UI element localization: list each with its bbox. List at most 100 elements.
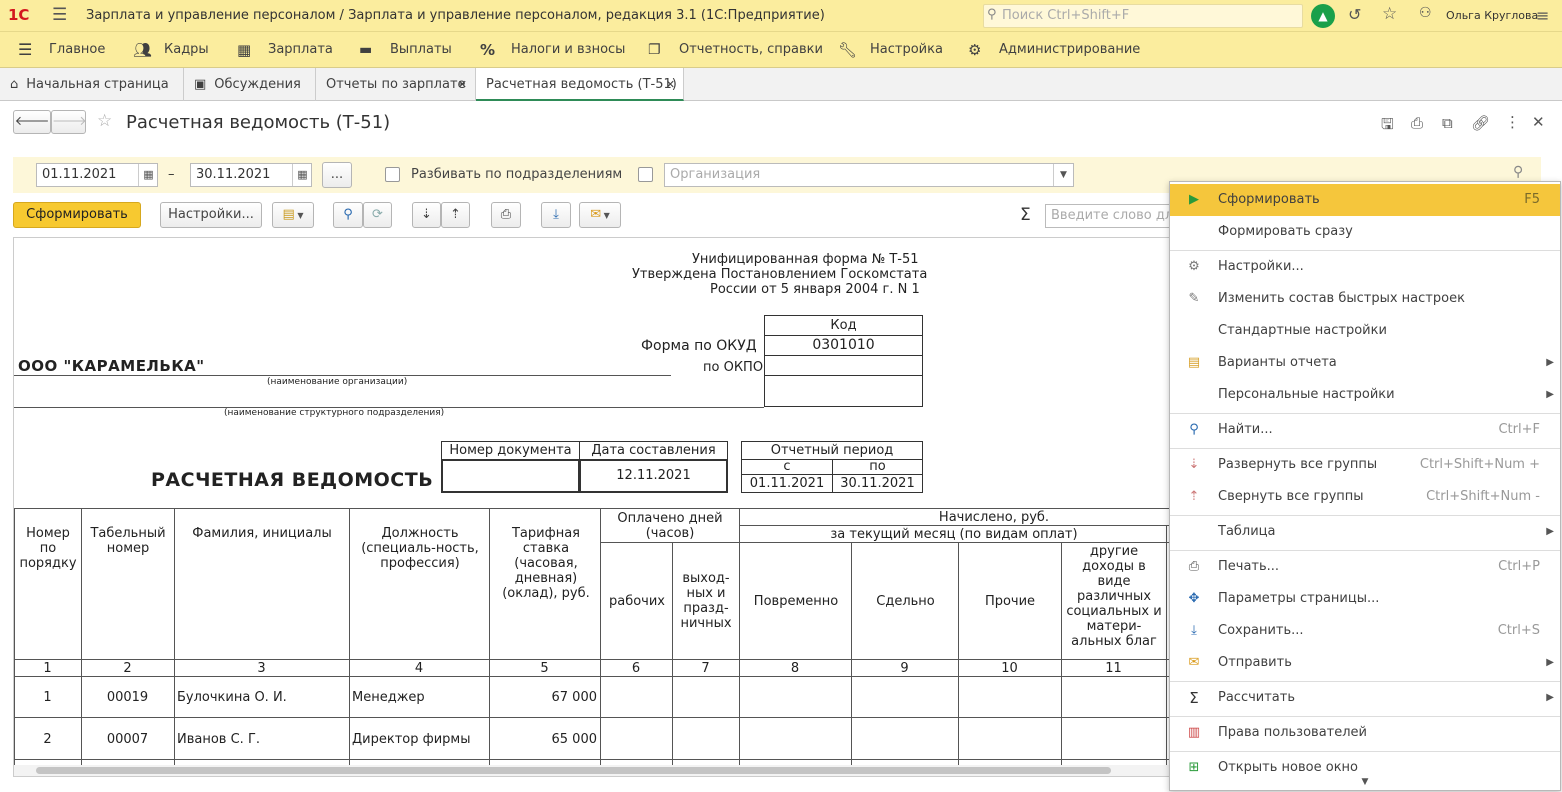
calculator-icon: ▦: [237, 41, 252, 59]
variants-button[interactable]: ▤ ▼: [272, 202, 314, 228]
reports-icon: ❐: [648, 42, 661, 58]
menu-item-salary[interactable]: Зарплата: [268, 32, 333, 68]
row-rate: 67 000: [551, 690, 598, 705]
split-by-dept-label[interactable]: Разбивать по подразделениям: [411, 167, 622, 182]
menu-item-payments[interactable]: Выплаты: [390, 32, 452, 68]
col-number: 8: [790, 661, 800, 676]
okud-label: Форма по ОКУД: [641, 338, 757, 354]
menu-item-table[interactable]: Таблица ▶: [1170, 516, 1560, 548]
menu-item-standard-settings[interactable]: Стандартные настройки: [1170, 315, 1560, 347]
window-menu-icon[interactable]: ≡: [1536, 6, 1549, 25]
table-row[interactable]: 2 00007 Иванов С. Г. Директор фирмы 65 0…: [14, 718, 1172, 759]
favorite-star-icon[interactable]: ☆: [97, 111, 112, 131]
notifications-icon[interactable]: ▲: [1311, 4, 1335, 28]
report-area[interactable]: Унифицированная форма № Т-51 Утверждена …: [13, 237, 1173, 777]
expand-icon: ⇣: [1188, 457, 1200, 472]
more-icon[interactable]: ⋮: [1505, 113, 1520, 131]
org-name: ООО "КАРАМЕЛЬКА": [18, 357, 205, 375]
dept-caption: (наименование структурного подразделения…: [224, 408, 445, 418]
menu-item-user-rights[interactable]: ▥ Права пользователей: [1170, 717, 1560, 749]
menu-item-save[interactable]: ⤓ Сохранить... Ctrl+S: [1170, 615, 1560, 647]
user-icon[interactable]: ⚇: [1419, 5, 1432, 21]
period-select-button[interactable]: ...: [322, 162, 352, 188]
menu-item-reports[interactable]: Отчетность, справки: [679, 32, 823, 68]
tab-bar: ⌂ Начальная страница ▣ Обсуждения Отчеты п…: [0, 68, 1562, 101]
menu-item-page-params[interactable]: ✥ Параметры страницы...: [1170, 583, 1560, 615]
col-header-position: Должность (специаль-ность, профессия): [361, 526, 479, 571]
menu-item-send[interactable]: ✉ Отправить ▶: [1170, 647, 1560, 679]
col-header-accrued: Начислено, руб.: [938, 510, 1050, 525]
global-search[interactable]: ⚲ Поиск Ctrl+Shift+F: [983, 4, 1303, 28]
col-number: 6: [631, 661, 641, 676]
row-fio: Булочкина О. И.: [177, 690, 287, 705]
horizontal-scrollbar[interactable]: [14, 765, 1172, 776]
tab-payroll-t51[interactable]: Расчетная ведомость (Т-51) ✕: [476, 68, 684, 101]
tab-home[interactable]: ⌂ Начальная страница: [0, 68, 184, 101]
menu-item-settings[interactable]: Настройка: [870, 32, 943, 68]
hamburger-icon[interactable]: ☰: [18, 32, 32, 68]
menu-item-personal-settings[interactable]: Персональные настройки ▶: [1170, 379, 1560, 411]
menu-item-print[interactable]: ⎙ Печать... Ctrl+P: [1170, 551, 1560, 583]
organization-select[interactable]: Организация: [664, 163, 1074, 187]
tab-discussions[interactable]: ▣ Обсуждения: [184, 68, 316, 101]
app-logo[interactable]: 1С: [8, 6, 29, 24]
print-icon[interactable]: ⎙: [1411, 114, 1423, 132]
menu-item-variants[interactable]: ▤ Варианты отчета ▶: [1170, 347, 1560, 379]
calendar-icon[interactable]: ▦: [292, 164, 312, 186]
menu-item-admin[interactable]: Администрирование: [999, 32, 1140, 68]
generate-button[interactable]: Сформировать: [13, 202, 141, 228]
link-icon[interactable]: 🔗︎: [1471, 114, 1490, 132]
chevron-right-icon: ▶: [1546, 389, 1554, 400]
chat-icon: ▣: [194, 77, 207, 92]
gear-icon: ⚙: [968, 41, 982, 59]
find-button[interactable]: ⚲: [333, 202, 363, 228]
history-icon[interactable]: ↺: [1348, 5, 1361, 24]
close-icon[interactable]: ✕: [1532, 113, 1545, 131]
org-filter-checkbox[interactable]: [638, 167, 653, 182]
forward-button[interactable]: 🡒: [51, 110, 87, 134]
split-by-dept-checkbox[interactable]: [385, 167, 400, 182]
preview-icon[interactable]: ⧉: [1442, 114, 1453, 132]
menu-item-generate-immediately[interactable]: Формировать сразу: [1170, 216, 1560, 248]
collapse-groups-button[interactable]: ⇡: [441, 202, 470, 228]
mail-icon: ✉: [1188, 655, 1200, 670]
menu-item-collapse-groups[interactable]: ⇡ Свернуть все группы Ctrl+Shift+Num -: [1170, 481, 1560, 513]
favorites-icon[interactable]: ☆: [1382, 4, 1397, 24]
sigma-icon[interactable]: Σ: [1020, 205, 1031, 225]
table-row[interactable]: 1 00019 Булочкина О. И. Менеджер 67 000: [14, 677, 1172, 717]
menu-item-main[interactable]: Главное: [49, 32, 105, 68]
search-input[interactable]: Введите слово для: [1045, 204, 1185, 228]
pin-icon[interactable]: ⚲: [1513, 164, 1523, 180]
calendar-icon[interactable]: ▦: [138, 164, 158, 186]
user-name[interactable]: Ольга Круглова: [1446, 9, 1538, 22]
menu-item-settings[interactable]: ⚙ Настройки...: [1170, 251, 1560, 283]
find-next-button[interactable]: ⟳: [363, 202, 392, 228]
menu-item-staff[interactable]: Кадры: [164, 32, 209, 68]
menu-item-taxes[interactable]: Налоги и взносы: [511, 32, 625, 68]
tab-salary-reports[interactable]: Отчеты по зарплате ✕: [316, 68, 476, 101]
settings-button[interactable]: Настройки...: [160, 202, 262, 228]
send-button[interactable]: ✉ ▼: [579, 202, 621, 228]
play-icon: ▶: [1189, 192, 1199, 207]
print-button[interactable]: ⎙: [491, 202, 521, 228]
menu-item-expand-groups[interactable]: ⇣ Развернуть все группы Ctrl+Shift+Num +: [1170, 449, 1560, 481]
page-params-icon: ✥: [1188, 591, 1200, 606]
menu-scroll-down-icon[interactable]: ▼: [1170, 774, 1560, 790]
menu-item-generate[interactable]: ▶ Сформировать F5: [1170, 184, 1560, 216]
back-button[interactable]: 🡐: [13, 110, 51, 134]
scrollbar-thumb[interactable]: [36, 767, 1111, 774]
context-menu: ▶ Сформировать F5 Формировать сразу ⚙ На…: [1169, 181, 1561, 791]
save-icon[interactable]: 🖫: [1381, 114, 1394, 139]
print-icon: ⎙: [1188, 559, 1200, 574]
menu-item-quick-settings[interactable]: ✎ Изменить состав быстрых настроек: [1170, 283, 1560, 315]
expand-groups-button[interactable]: ⇣: [412, 202, 441, 228]
save-button[interactable]: ⤓: [541, 202, 571, 228]
menu-icon[interactable]: ☰: [52, 5, 67, 25]
menu-item-calculate[interactable]: Σ Рассчитать ▶: [1170, 682, 1560, 714]
col-header-current-month: за текущий месяц (по видам оплат): [830, 527, 1078, 542]
close-tab-icon[interactable]: ✕: [666, 68, 675, 101]
menu-item-find[interactable]: ⚲ Найти... Ctrl+F: [1170, 414, 1560, 446]
col-header-fio: Фамилия, инициалы: [192, 526, 332, 541]
close-tab-icon[interactable]: ✕: [458, 68, 467, 101]
chevron-down-icon[interactable]: ▼: [1053, 164, 1073, 186]
